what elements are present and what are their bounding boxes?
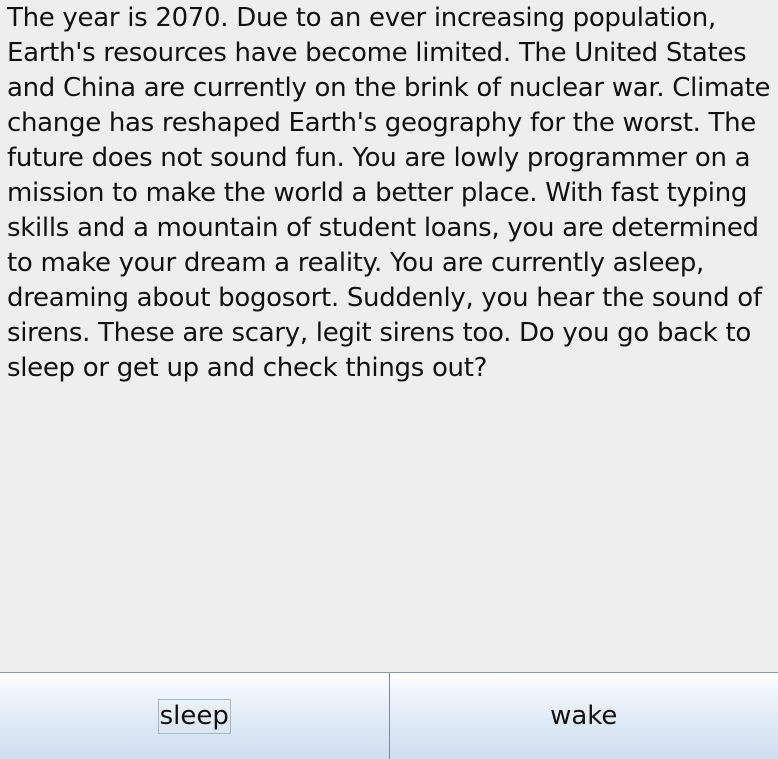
sleep-button[interactable]: sleep	[0, 673, 389, 759]
choice-button-bar: sleep wake	[0, 672, 778, 759]
wake-button-label: wake	[550, 700, 618, 731]
sleep-button-label: sleep	[157, 698, 231, 734]
story-text: The year is 2070. Due to an ever increas…	[7, 3, 771, 383]
wake-button[interactable]: wake	[388, 673, 778, 759]
